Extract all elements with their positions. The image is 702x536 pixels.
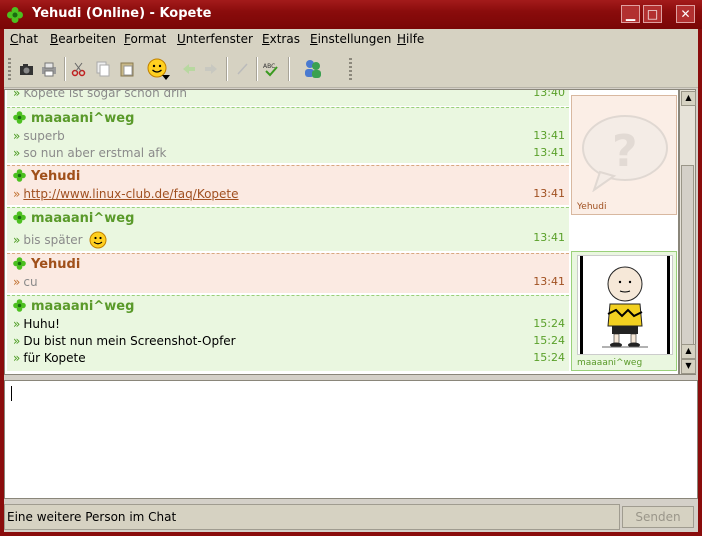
message-nick: maaaani^weg (13, 111, 134, 126)
chat-history[interactable]: » Kopete ist sogar schon drin 13:40 maaaa… (4, 89, 679, 375)
message-block: maaaani^weg » Huhu! 15:24 » Du bist nun me… (7, 295, 569, 371)
minimize-button[interactable]: ▁ (621, 5, 640, 23)
message-time: 13:41 (533, 231, 565, 244)
toolbar-separator (288, 57, 290, 81)
scroll-down-button[interactable]: ▼ (681, 359, 696, 374)
menu-chat[interactable]: Chat (10, 32, 38, 46)
menu-format[interactable]: Format (124, 32, 166, 46)
message-text: » Kopete ist sogar schon drin (13, 89, 187, 100)
window-title: Yehudi (Online) - Kopete (32, 6, 212, 21)
kopete-flower-icon (13, 257, 26, 270)
status-bar: Eine weitere Person im Chat (4, 504, 620, 530)
message-nick: maaaani^weg (13, 211, 134, 226)
kopete-flower-icon (13, 169, 26, 182)
toolbar-separator (256, 57, 258, 81)
window-frame-right (698, 29, 702, 536)
message-block-partial: » Kopete ist sogar schon drin 13:40 (7, 89, 569, 106)
message-nick: maaaani^weg (13, 299, 134, 314)
message-block: maaaani^weg » bis später 13:41 (7, 207, 569, 251)
menu-hilfe[interactable]: Hilfe (397, 32, 424, 46)
format-icon[interactable] (234, 60, 252, 78)
message-input[interactable] (4, 380, 698, 499)
spellcheck-icon[interactable]: ABC (262, 60, 280, 78)
message-time: 13:41 (533, 129, 565, 142)
message-time: 15:24 (533, 351, 565, 364)
kopete-flower-icon (13, 211, 26, 224)
print-icon[interactable] (40, 60, 58, 78)
chat-scrollbar[interactable]: ▲ ▲ ▼ (679, 89, 696, 375)
message-time: 13:41 (533, 187, 565, 200)
contacts-icon[interactable] (302, 57, 324, 79)
scroll-thumb[interactable] (681, 165, 694, 345)
back-icon[interactable] (180, 60, 198, 78)
message-text: » für Kopete (13, 351, 86, 365)
scroll-up-button[interactable]: ▲ (681, 344, 696, 359)
toolbar-separator (226, 57, 228, 81)
camera-icon[interactable] (18, 60, 36, 78)
message-text: » http://www.linux-club.de/faq/Kopete (13, 187, 239, 201)
message-block: maaaani^weg » superb 13:41 » so nun aber e… (7, 107, 569, 163)
message-text: » bis später (13, 231, 107, 249)
svg-text:?: ? (612, 126, 638, 177)
smiley-icon (89, 231, 107, 249)
charlie-brown-avatar-icon (602, 266, 648, 348)
menu-unterfenster[interactable]: Unterfenster (177, 32, 253, 46)
status-text: Eine weitere Person im Chat (7, 510, 177, 524)
toolbar-separator (64, 57, 66, 81)
scroll-up-button[interactable]: ▲ (681, 91, 696, 106)
toolbar: ABC (4, 51, 698, 88)
unknown-avatar-icon: ? (582, 115, 668, 192)
message-time: 13:41 (533, 146, 565, 159)
toolbar-grip[interactable] (8, 58, 11, 80)
message-text: » cu (13, 275, 38, 289)
menu-einstellungen[interactable]: Einstellungen (310, 32, 391, 46)
avatar-caption: Yehudi (577, 202, 607, 212)
maximize-button[interactable]: □ (643, 5, 662, 23)
menu-bearbeiten[interactable]: Bearbeiten (50, 32, 116, 46)
message-block: Yehudi » cu 13:41 (7, 253, 569, 293)
message-nick: Yehudi (13, 257, 80, 272)
kopete-flower-icon (7, 7, 23, 23)
message-time: 15:24 (533, 334, 565, 347)
forward-icon[interactable] (202, 60, 220, 78)
paste-icon[interactable] (118, 60, 136, 78)
message-time: 13:41 (533, 275, 565, 288)
copy-icon[interactable] (94, 60, 112, 78)
message-time: 13:40 (533, 89, 565, 99)
menu-bar: Chat Bearbeiten Format Unterfenster Extr… (4, 29, 698, 51)
menu-extras[interactable]: Extras (262, 32, 300, 46)
cut-icon[interactable] (70, 60, 88, 78)
message-text: » Huhu! (13, 317, 60, 331)
avatar-caption: maaaani^weg (577, 358, 643, 368)
message-text: » so nun aber erstmal afk (13, 146, 167, 160)
title-bar[interactable]: Yehudi (Online) - Kopete ▁ □ ✕ (0, 0, 702, 29)
message-nick: Yehudi (13, 169, 80, 184)
chevron-down-icon[interactable] (162, 75, 170, 81)
message-block: Yehudi » http://www.linux-club.de/faq/Kop… (7, 165, 569, 205)
close-button[interactable]: ✕ (676, 5, 695, 23)
message-text: » superb (13, 129, 65, 143)
window-frame-bottom (0, 532, 702, 536)
message-text: » Du bist nun mein Screenshot-Opfer (13, 334, 236, 348)
send-button[interactable]: Senden (622, 506, 694, 528)
kopete-flower-icon (13, 299, 26, 312)
kopete-chat-window: Yehudi (Online) - Kopete ▁ □ ✕ Chat Bear… (0, 0, 702, 536)
message-time: 15:24 (533, 317, 565, 330)
avatar-maaaani: maaaani^weg (571, 251, 677, 371)
toolbar-grip[interactable] (349, 58, 352, 80)
text-caret (11, 386, 12, 401)
svg-text:ABC: ABC (263, 63, 275, 70)
avatar-yehudi: ? Yehudi (571, 95, 677, 215)
message-link[interactable]: http://www.linux-club.de/faq/Kopete (23, 187, 238, 201)
kopete-flower-icon (13, 111, 26, 124)
